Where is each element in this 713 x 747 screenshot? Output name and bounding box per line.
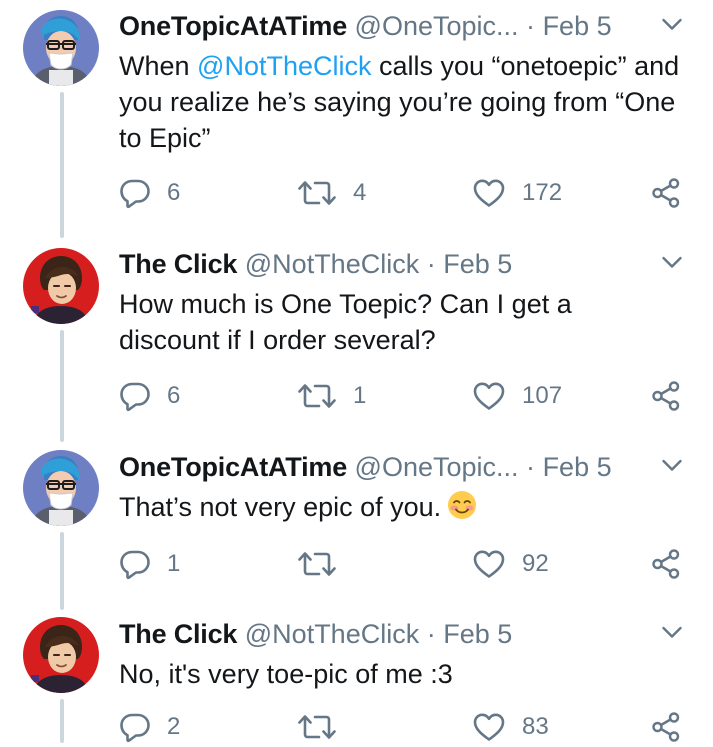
reply-icon <box>119 380 151 412</box>
like-count: 107 <box>522 382 563 409</box>
separator-dot: · <box>526 11 536 41</box>
reply-icon <box>119 548 151 580</box>
display-name[interactable]: The Click <box>119 249 237 279</box>
share-icon <box>650 380 682 412</box>
thread-line <box>60 92 64 238</box>
retweet-count: 1 <box>353 382 367 409</box>
like-count: 83 <box>522 713 549 740</box>
tweet-header: The Click @NotTheClick · Feb 5 <box>119 246 683 282</box>
share-icon <box>650 548 682 580</box>
tweet-text: How much is One Toepic? Can I get a disc… <box>119 289 572 355</box>
tweet-text-body: That’s not very epic of you. <box>119 492 442 522</box>
tweet[interactable]: The Click @NotTheClick · Feb 5 How much … <box>0 240 713 443</box>
reply-count: 2 <box>167 713 181 740</box>
tweet-header: OneTopicAtATime @OneTopic... · Feb 5 <box>119 8 683 44</box>
reply-count: 1 <box>167 550 181 577</box>
tweet-text-start: When <box>119 51 198 81</box>
retweet-button[interactable]: 4 <box>297 173 366 213</box>
mention-link[interactable]: @NotTheClick <box>197 51 371 81</box>
retweet-button[interactable] <box>297 544 353 584</box>
user-handle[interactable]: @OneTopic... <box>355 452 519 482</box>
user-handle[interactable]: @OneTopic... <box>355 11 519 41</box>
display-name[interactable]: OneTopicAtATime <box>119 11 347 41</box>
tweet-text: When @NotTheClick calls you “onetoepic” … <box>119 48 689 156</box>
share-button[interactable] <box>650 173 682 213</box>
retweet-button[interactable] <box>297 707 353 747</box>
display-name[interactable]: The Click <box>119 619 237 649</box>
reply-button[interactable]: 1 <box>119 544 180 584</box>
retweet-icon <box>297 380 337 412</box>
blue-hair-masked-avatar-icon <box>23 450 99 526</box>
action-bar: 6 1 107 <box>119 376 689 416</box>
tweet-date[interactable]: Feb 5 <box>543 452 612 482</box>
red-background-avatar-icon <box>23 248 99 324</box>
chevron-down-icon[interactable] <box>661 621 683 643</box>
reply-button[interactable]: 6 <box>119 173 180 213</box>
tweet-date[interactable]: Feb 5 <box>543 11 612 41</box>
retweet-icon <box>297 548 337 580</box>
retweet-count: 4 <box>353 179 367 206</box>
reply-count: 6 <box>167 179 181 206</box>
share-icon <box>650 711 682 743</box>
retweet-icon <box>297 177 337 209</box>
like-icon <box>472 548 506 580</box>
display-name[interactable]: OneTopicAtATime <box>119 452 347 482</box>
like-button[interactable]: 92 <box>472 544 549 584</box>
reply-icon <box>119 711 151 743</box>
user-handle[interactable]: @NotTheClick <box>245 619 419 649</box>
like-icon <box>472 711 506 743</box>
retweet-icon <box>297 711 337 743</box>
like-button[interactable]: 107 <box>472 376 562 416</box>
reply-icon <box>119 177 151 209</box>
tweet[interactable]: OneTopicAtATime @OneTopic... · Feb 5 Whe… <box>0 0 713 240</box>
tweet-date[interactable]: Feb 5 <box>443 619 512 649</box>
avatar[interactable] <box>23 10 99 86</box>
chevron-down-icon[interactable] <box>661 454 683 476</box>
share-icon <box>650 177 682 209</box>
blue-hair-masked-avatar-icon <box>23 10 99 86</box>
share-button[interactable] <box>650 544 682 584</box>
like-count: 172 <box>522 179 563 206</box>
red-background-avatar-icon <box>23 617 99 693</box>
like-button[interactable]: 83 <box>472 707 549 747</box>
thread-line <box>60 330 64 442</box>
retweet-button[interactable]: 1 <box>297 376 366 416</box>
avatar[interactable] <box>23 450 99 526</box>
tweet-date[interactable]: Feb 5 <box>443 249 512 279</box>
separator-dot: · <box>426 249 436 279</box>
chevron-down-icon[interactable] <box>661 13 683 35</box>
smiling-face-emoji-icon <box>448 491 477 519</box>
chevron-down-icon[interactable] <box>661 251 683 273</box>
share-button[interactable] <box>650 376 682 416</box>
action-bar: 2 83 <box>119 707 689 747</box>
tweet-text: That’s not very epic of you. <box>119 489 689 525</box>
reply-count: 6 <box>167 382 181 409</box>
avatar[interactable] <box>23 248 99 324</box>
like-icon <box>472 380 506 412</box>
user-handle[interactable]: @NotTheClick <box>245 249 419 279</box>
avatar[interactable] <box>23 617 99 693</box>
like-icon <box>472 177 506 209</box>
separator-dot: · <box>526 452 536 482</box>
tweet[interactable]: OneTopicAtATime @OneTopic... · Feb 5 Tha… <box>0 443 713 611</box>
share-button[interactable] <box>650 707 682 747</box>
tweet-header: The Click @NotTheClick · Feb 5 <box>119 616 683 652</box>
action-bar: 6 4 172 <box>119 173 689 213</box>
reply-button[interactable]: 2 <box>119 707 180 747</box>
thread-line <box>60 532 64 610</box>
thread-line <box>60 699 64 743</box>
separator-dot: · <box>426 619 436 649</box>
reply-button[interactable]: 6 <box>119 376 180 416</box>
tweet-header: OneTopicAtATime @OneTopic... · Feb 5 <box>119 449 683 485</box>
like-button[interactable]: 172 <box>472 173 562 213</box>
action-bar: 1 92 <box>119 544 689 584</box>
like-count: 92 <box>522 550 549 577</box>
tweet-text: No, it's very toe-pic of me :3 <box>119 659 453 689</box>
tweet[interactable]: The Click @NotTheClick · Feb 5 No, it's … <box>0 611 713 743</box>
